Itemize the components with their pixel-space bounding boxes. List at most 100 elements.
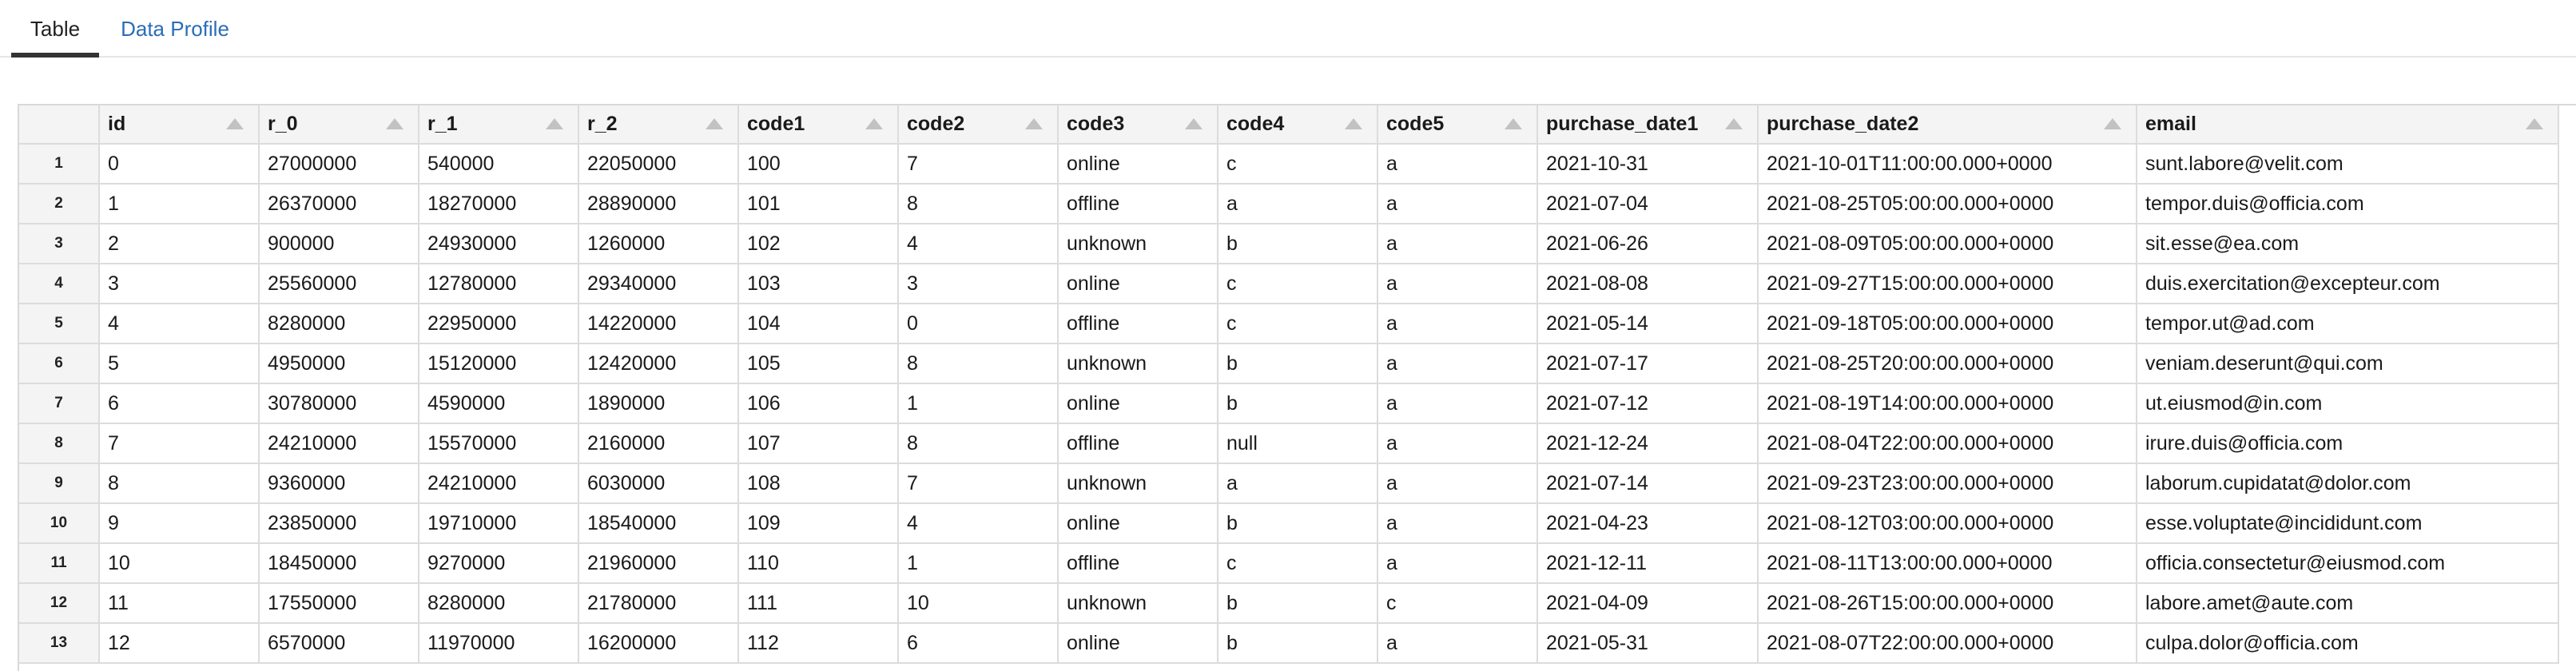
table-cell-email[interactable]: culpa.dolor@officia.com [2137,623,2559,664]
table-cell-code2[interactable]: 8 [898,343,1059,384]
table-cell-code1[interactable]: 106 [738,383,899,424]
sort-ascending-icon[interactable] [386,117,403,129]
table-row[interactable]: 2 1 26370000 18270000 28890000 101 8 offline a a 2… [19,184,2559,224]
table-cell-r-1[interactable]: 9270000 [419,543,579,584]
table-cell-purchase-date1[interactable]: 2021-12-24 [1537,423,1759,464]
table-cell-r-1[interactable]: 15570000 [419,423,579,464]
table-cell-code3[interactable]: online [1058,264,1218,304]
table-row[interactable]: 11 10 18450000 9270000 21960000 110 1 offline c a… [19,543,2559,584]
table-cell-r-1[interactable]: 24930000 [419,224,579,264]
table-cell-r-0[interactable]: 23850000 [259,503,419,544]
table-cell-code4[interactable]: c [1218,543,1378,584]
table-cell-r-1[interactable]: 15120000 [419,343,579,384]
table-cell-r-0[interactable]: 18450000 [259,543,419,584]
table-cell-r-2[interactable]: 21960000 [578,543,739,584]
table-row[interactable]: 7 6 30780000 4590000 1890000 106 1 online b a 2021… [19,383,2559,424]
table-cell-purchase-date1[interactable]: 2021-06-26 [1537,224,1759,264]
table-cell-r-1[interactable]: 19710000 [419,503,579,544]
table-cell-purchase-date2[interactable]: 2021-08-09T05:00:00.000+0000 [1758,224,2137,264]
table-cell-code4[interactable]: b [1218,383,1378,424]
table-cell-id[interactable]: 12 [99,623,260,664]
column-header-code2[interactable]: code2 [898,105,1059,145]
table-cell-code2[interactable]: 8 [898,184,1059,224]
table-cell-code3[interactable]: online [1058,383,1218,424]
table-cell-id[interactable]: 4 [99,304,260,344]
tab-data-profile[interactable]: Data Profile [117,0,233,58]
column-header-code5[interactable]: code5 [1377,105,1538,145]
table-cell-code5[interactable]: c [1377,583,1538,624]
data-table-container[interactable]: id r_0 r_1 r_2 code1 code2 code3 code4 code5 purc… [18,104,2576,671]
table-cell-r-2[interactable]: 1260000 [578,224,739,264]
table-cell-code2[interactable]: 8 [898,423,1059,464]
table-cell-code3[interactable]: offline [1058,184,1218,224]
sort-ascending-icon[interactable] [706,117,723,129]
table-cell-email[interactable]: sunt.labore@velit.com [2137,144,2559,185]
table-cell-email[interactable]: veniam.deserunt@qui.com [2137,343,2559,384]
table-cell-code2[interactable]: 4 [898,224,1059,264]
table-cell-code1[interactable]: 108 [738,463,899,504]
column-header-r-1[interactable]: r_1 [419,105,579,145]
table-cell-purchase-date1[interactable]: 2021-07-04 [1537,184,1759,224]
table-cell-code4[interactable]: c [1218,144,1378,185]
table-cell-r-0[interactable]: 30780000 [259,383,419,424]
table-cell-purchase-date1[interactable]: 2021-10-31 [1537,144,1759,185]
table-cell-code2[interactable]: 1 [898,543,1059,584]
table-cell-r-1[interactable]: 18270000 [419,184,579,224]
column-header-code4[interactable]: code4 [1218,105,1378,145]
table-cell-id[interactable]: 0 [99,144,260,185]
column-header-code1[interactable]: code1 [738,105,899,145]
table-row[interactable]: 9 8 9360000 24210000 6030000 108 7 unknown a a 202… [19,463,2559,504]
table-cell-purchase-date1[interactable]: 2021-05-14 [1537,304,1759,344]
table-cell-purchase-date1[interactable]: 2021-05-31 [1537,623,1759,664]
table-cell-code3[interactable]: unknown [1058,343,1218,384]
sort-ascending-icon[interactable] [546,117,563,129]
table-cell-code3[interactable]: unknown [1058,224,1218,264]
table-cell-purchase-date2[interactable]: 2021-10-01T11:00:00.000+0000 [1758,144,2137,185]
table-cell-code1[interactable]: 112 [738,623,899,664]
table-cell-id[interactable]: 5 [99,343,260,384]
table-cell-code3[interactable]: online [1058,503,1218,544]
table-cell-r-2[interactable]: 6030000 [578,463,739,504]
table-cell-r-2[interactable]: 21780000 [578,583,739,624]
table-row[interactable]: 4 3 25560000 12780000 29340000 103 3 online c a 20… [19,264,2559,304]
table-cell-code5[interactable]: a [1377,463,1538,504]
table-cell-code5[interactable]: a [1377,423,1538,464]
sort-ascending-icon[interactable] [1025,117,1043,129]
table-cell-purchase-date2[interactable]: 2021-09-18T05:00:00.000+0000 [1758,304,2137,344]
column-header-purchase-date1[interactable]: purchase_date1 [1537,105,1759,145]
sort-ascending-icon[interactable] [1725,117,1743,129]
table-cell-email[interactable]: labore.amet@aute.com [2137,583,2559,624]
table-cell-id[interactable]: 8 [99,463,260,504]
table-cell-r-0[interactable]: 17550000 [259,583,419,624]
table-cell-code1[interactable]: 111 [738,583,899,624]
table-cell-purchase-date2[interactable]: 2021-08-26T15:00:00.000+0000 [1758,583,2137,624]
table-cell-code4[interactable]: a [1218,463,1378,504]
table-cell-r-2[interactable]: 29340000 [578,264,739,304]
table-row[interactable]: 3 2 900000 24930000 1260000 102 4 unknown b a 2021… [19,224,2559,264]
table-cell-r-2[interactable]: 16200000 [578,623,739,664]
table-cell-r-1[interactable]: 11970000 [419,623,579,664]
table-cell-code5[interactable]: a [1377,264,1538,304]
table-cell-purchase-date2[interactable]: 2021-08-25T20:00:00.000+0000 [1758,343,2137,384]
table-cell-purchase-date2[interactable]: 2021-08-25T05:00:00.000+0000 [1758,184,2137,224]
table-cell-purchase-date2[interactable]: 2021-09-27T15:00:00.000+0000 [1758,264,2137,304]
sort-ascending-icon[interactable] [1185,117,1203,129]
table-cell-email[interactable]: laborum.cupidatat@dolor.com [2137,463,2559,504]
table-cell-code3[interactable]: online [1058,623,1218,664]
table-cell-email[interactable]: esse.voluptate@incididunt.com [2137,503,2559,544]
column-header-r-2[interactable]: r_2 [578,105,739,145]
sort-ascending-icon[interactable] [2526,117,2543,129]
table-cell-code4[interactable]: b [1218,343,1378,384]
table-cell-code5[interactable]: a [1377,144,1538,185]
table-cell-purchase-date2[interactable]: 2021-08-11T13:00:00.000+0000 [1758,543,2137,584]
table-cell-code5[interactable]: a [1377,224,1538,264]
table-cell-code5[interactable]: a [1377,343,1538,384]
table-cell-code4[interactable]: b [1218,623,1378,664]
sort-ascending-icon[interactable] [2104,117,2121,129]
table-cell-code4[interactable]: null [1218,423,1378,464]
table-cell-code5[interactable]: a [1377,304,1538,344]
table-cell-code3[interactable]: offline [1058,423,1218,464]
table-cell-r-2[interactable]: 18540000 [578,503,739,544]
table-cell-email[interactable]: officia.consectetur@eiusmod.com [2137,543,2559,584]
table-cell-purchase-date2[interactable]: 2021-08-04T22:00:00.000+0000 [1758,423,2137,464]
